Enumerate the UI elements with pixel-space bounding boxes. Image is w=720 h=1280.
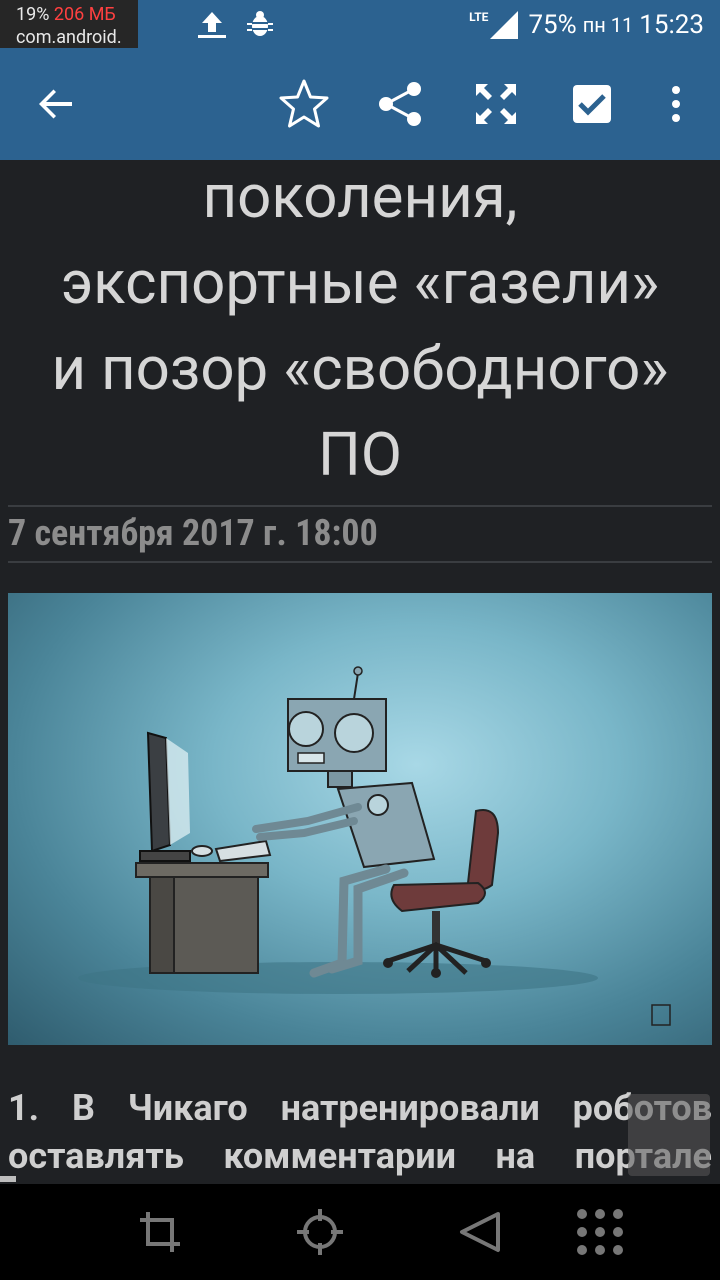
checkbox-icon[interactable] (564, 76, 620, 132)
title-line: ПО (317, 419, 403, 490)
memory-widget: 19% 206 МБ com.android. (0, 0, 138, 48)
navigation-bar (0, 1184, 720, 1280)
more-vert-icon[interactable] (648, 76, 704, 132)
article-title: поколения, экспортные «газели» и позор «… (0, 160, 720, 498)
title-line: поколения, (202, 161, 518, 232)
status-right: LTE 75% пн 11 15:23 (469, 8, 704, 42)
floating-scroll-button[interactable] (628, 1094, 710, 1176)
day-label: пн 11 (582, 13, 634, 37)
back-arrow-icon[interactable] (28, 76, 84, 132)
memory-value: 206 МБ (53, 4, 116, 25)
cpu-usage: 19% (16, 4, 50, 25)
package-name: com.android. (16, 27, 122, 48)
bug-icon (246, 9, 274, 39)
clock: 15:23 (639, 10, 704, 40)
paragraph-line: оставлять комментарии на портале (8, 1135, 712, 1177)
status-bar: 19% 206 МБ com.android. LTE 75% пн 11 15… (0, 0, 720, 48)
share-icon[interactable] (372, 76, 428, 132)
upload-icon (196, 10, 228, 40)
divider-top (8, 505, 712, 507)
article-content[interactable]: поколения, экспортные «газели» и позор «… (0, 160, 720, 1180)
article-illustration (8, 593, 712, 1045)
paragraph-line: 1. В Чикаго натренировали роботов (8, 1087, 712, 1129)
divider-bottom (8, 561, 712, 563)
battery-level: 75% (528, 10, 577, 40)
network-type: LTE (469, 10, 489, 24)
title-line: экспортные «газели» (60, 247, 660, 318)
title-line: и позор «свободного» (51, 333, 669, 404)
reading-progress-bar (0, 1176, 16, 1182)
fullscreen-icon[interactable] (468, 76, 524, 132)
memory-usage: 19% 206 МБ (16, 4, 116, 25)
crop-icon[interactable] (132, 1204, 188, 1260)
back-triangle-icon[interactable] (452, 1204, 508, 1260)
article-paragraph: 1. В Чикаго натренировали роботов оставл… (8, 1084, 712, 1180)
signal-icon (490, 11, 519, 39)
article-date: 7 сентября 2017 г. 18:00 (8, 512, 378, 554)
star-icon[interactable] (276, 76, 332, 132)
target-icon[interactable] (292, 1204, 348, 1260)
app-toolbar (0, 48, 720, 160)
grid-dots-icon[interactable] (572, 1204, 628, 1260)
